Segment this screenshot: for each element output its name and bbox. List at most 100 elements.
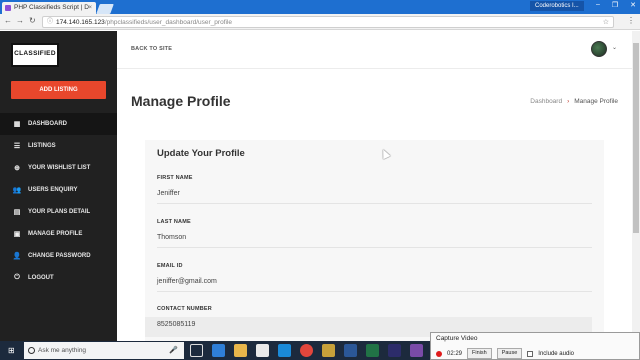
sidebar-item-users-enquiry[interactable]: 👥 USERS ENQUIRY: [0, 179, 117, 201]
sidebar-item-label: LOGOUT: [28, 275, 54, 281]
sidebar-item-listings[interactable]: ☰ LISTINGS: [0, 135, 117, 157]
page-scrollbar[interactable]: [632, 31, 640, 341]
include-audio-checkbox[interactable]: [527, 350, 534, 357]
dashboard-icon: ▦: [13, 121, 21, 128]
list-icon: ☰: [13, 143, 21, 150]
plus-circle-icon: ⊕: [14, 165, 20, 172]
top-bar: BACK TO SITE ⌄: [117, 31, 632, 69]
sidebar-item-label: LISTINGS: [28, 143, 56, 149]
capture-controls: 02:29 Finish Pause Include audio: [436, 348, 574, 359]
breadcrumb-separator: ›: [567, 98, 570, 105]
back-to-site-link[interactable]: BACK TO SITE: [131, 46, 172, 52]
sidebar-item-label: CHANGE PASSWORD: [28, 253, 91, 259]
capture-video-panel: Capture Video 02:29 Finish Pause Include…: [430, 332, 640, 360]
url-input[interactable]: ⓘ 174.140.165.123/phpclassifieds/user_da…: [42, 16, 614, 28]
forward-arrow-icon[interactable]: →: [16, 16, 24, 25]
file-explorer-icon[interactable]: [234, 344, 247, 357]
excel-icon[interactable]: [366, 344, 379, 357]
sidebar-item-manage-profile[interactable]: ▣ MANAGE PROFILE: [0, 223, 117, 245]
browser-tab[interactable]: PHP Classifieds Script | D ×: [2, 2, 96, 14]
window-user-badge[interactable]: Coderobotics I...: [530, 1, 584, 11]
avatar[interactable]: [591, 41, 607, 57]
first-name-label: FIRST NAME: [157, 175, 193, 181]
bookmark-star-icon[interactable]: ☆: [603, 17, 609, 28]
sidebar-item-plans-detail[interactable]: ▤ YOUR PLANS DETAIL: [0, 201, 117, 223]
sidebar-item-change-password[interactable]: 👤 CHANGE PASSWORD: [0, 245, 117, 267]
back-arrow-icon[interactable]: ←: [4, 16, 12, 25]
power-icon: ⏻: [14, 274, 20, 281]
user-key-icon: 👤: [12, 253, 22, 260]
tab-title: PHP Classifieds Script | D: [14, 4, 89, 11]
chrome-icon[interactable]: [300, 344, 313, 357]
sidebar-item-label: MANAGE PROFILE: [28, 231, 83, 237]
minimize-icon[interactable]: –: [596, 1, 600, 9]
sidebar-item-label: USERS ENQUIRY: [28, 187, 78, 193]
photoshop-icon[interactable]: [388, 344, 401, 357]
plans-icon: ▤: [13, 209, 21, 216]
email-input[interactable]: jeniffer@gmail.com: [157, 278, 592, 292]
sidebar-menu: ▦ DASHBOARD ☰ LISTINGS ⊕ YOUR WISHLIST L…: [0, 113, 117, 289]
contact-number-label: CONTACT NUMBER: [157, 306, 212, 312]
email-field: EMAIL ID jeniffer@gmail.com: [157, 263, 592, 292]
last-name-input[interactable]: Thomson: [157, 234, 592, 248]
sidebar-item-dashboard[interactable]: ▦ DASHBOARD: [0, 113, 117, 135]
profile-card-icon: ▣: [13, 231, 21, 238]
last-name-field: LAST NAME Thomson: [157, 219, 592, 248]
url-host: 174.140.165.123: [56, 19, 105, 26]
last-name-label: LAST NAME: [157, 219, 191, 225]
capture-timer: 02:29: [447, 350, 463, 357]
add-listing-button[interactable]: ADD LISTING: [11, 81, 106, 99]
sidebar: CLASSIFIED ADD LISTING ▦ DASHBOARD ☰ LIS…: [0, 31, 117, 341]
page: CLASSIFIED ADD LISTING ▦ DASHBOARD ☰ LIS…: [0, 31, 632, 345]
page-title: Manage Profile: [131, 93, 231, 109]
tab-close-icon[interactable]: ×: [88, 2, 92, 14]
favicon-icon: [5, 5, 11, 11]
sidebar-item-label: YOUR PLANS DETAIL: [28, 209, 91, 215]
breadcrumb: Dashboard › Manage Profile: [530, 98, 618, 105]
taskbar-search-input[interactable]: Ask me anything 🎤: [24, 342, 184, 359]
sidebar-item-wishlist[interactable]: ⊕ YOUR WISHLIST LIST: [0, 157, 117, 179]
record-icon: [436, 350, 442, 357]
users-icon: 👥: [12, 187, 22, 194]
microphone-icon[interactable]: 🎤: [169, 342, 178, 359]
app-icon[interactable]: [410, 344, 423, 357]
breadcrumb-current: Manage Profile: [574, 98, 618, 105]
windows-start-icon[interactable]: ⊞: [8, 346, 15, 355]
chevron-down-icon[interactable]: ⌄: [612, 44, 617, 51]
breadcrumb-dashboard-link[interactable]: Dashboard: [530, 98, 562, 105]
include-audio-label: Include audio: [538, 350, 574, 357]
first-name-field: FIRST NAME Jeniffer: [157, 175, 592, 204]
reload-icon[interactable]: ↻: [29, 16, 36, 25]
profile-form-card: Update Your Profile FIRST NAME Jeniffer …: [145, 140, 604, 345]
internet-explorer-icon[interactable]: [278, 344, 291, 357]
email-label: EMAIL ID: [157, 263, 183, 269]
main-content: Manage Profile Dashboard › Manage Profile …: [117, 69, 632, 345]
address-bar: ← → ↻ ⓘ 174.140.165.123/phpclassifieds/u…: [0, 14, 640, 30]
sidebar-item-logout[interactable]: ⏻ LOGOUT: [0, 267, 117, 289]
scrollbar-thumb[interactable]: [633, 43, 639, 233]
sidebar-item-label: YOUR WISHLIST LIST: [28, 165, 91, 171]
taskbar-apps: [190, 344, 445, 357]
browser-tab-bar: PHP Classifieds Script | D × Coderobotic…: [0, 0, 640, 14]
close-window-icon[interactable]: ✕: [630, 1, 636, 9]
first-name-input[interactable]: Jeniffer: [157, 190, 592, 204]
pause-button[interactable]: Pause: [496, 348, 523, 359]
store-icon[interactable]: [256, 344, 269, 357]
word-icon[interactable]: [344, 344, 357, 357]
cortana-circle-icon: [28, 347, 35, 354]
sidebar-item-label: DASHBOARD: [28, 121, 67, 127]
folder-icon[interactable]: [322, 344, 335, 357]
browser-menu-icon[interactable]: ⋮: [627, 16, 635, 25]
url-path: /phpclassifieds/user_dashboard/user_prof…: [104, 19, 233, 26]
taskbar-search-placeholder: Ask me anything: [38, 347, 87, 354]
capture-title: Capture Video: [436, 335, 478, 342]
info-icon: ⓘ: [47, 19, 54, 25]
edge-browser-icon[interactable]: [212, 344, 225, 357]
card-title: Update Your Profile: [157, 148, 245, 159]
finish-button[interactable]: Finish: [467, 348, 492, 359]
task-view-icon[interactable]: [190, 344, 203, 357]
window-controls: – ❐ ✕: [596, 1, 636, 9]
site-logo[interactable]: CLASSIFIED: [11, 43, 59, 67]
new-tab-button[interactable]: [96, 4, 114, 14]
maximize-icon[interactable]: ❐: [612, 1, 618, 9]
